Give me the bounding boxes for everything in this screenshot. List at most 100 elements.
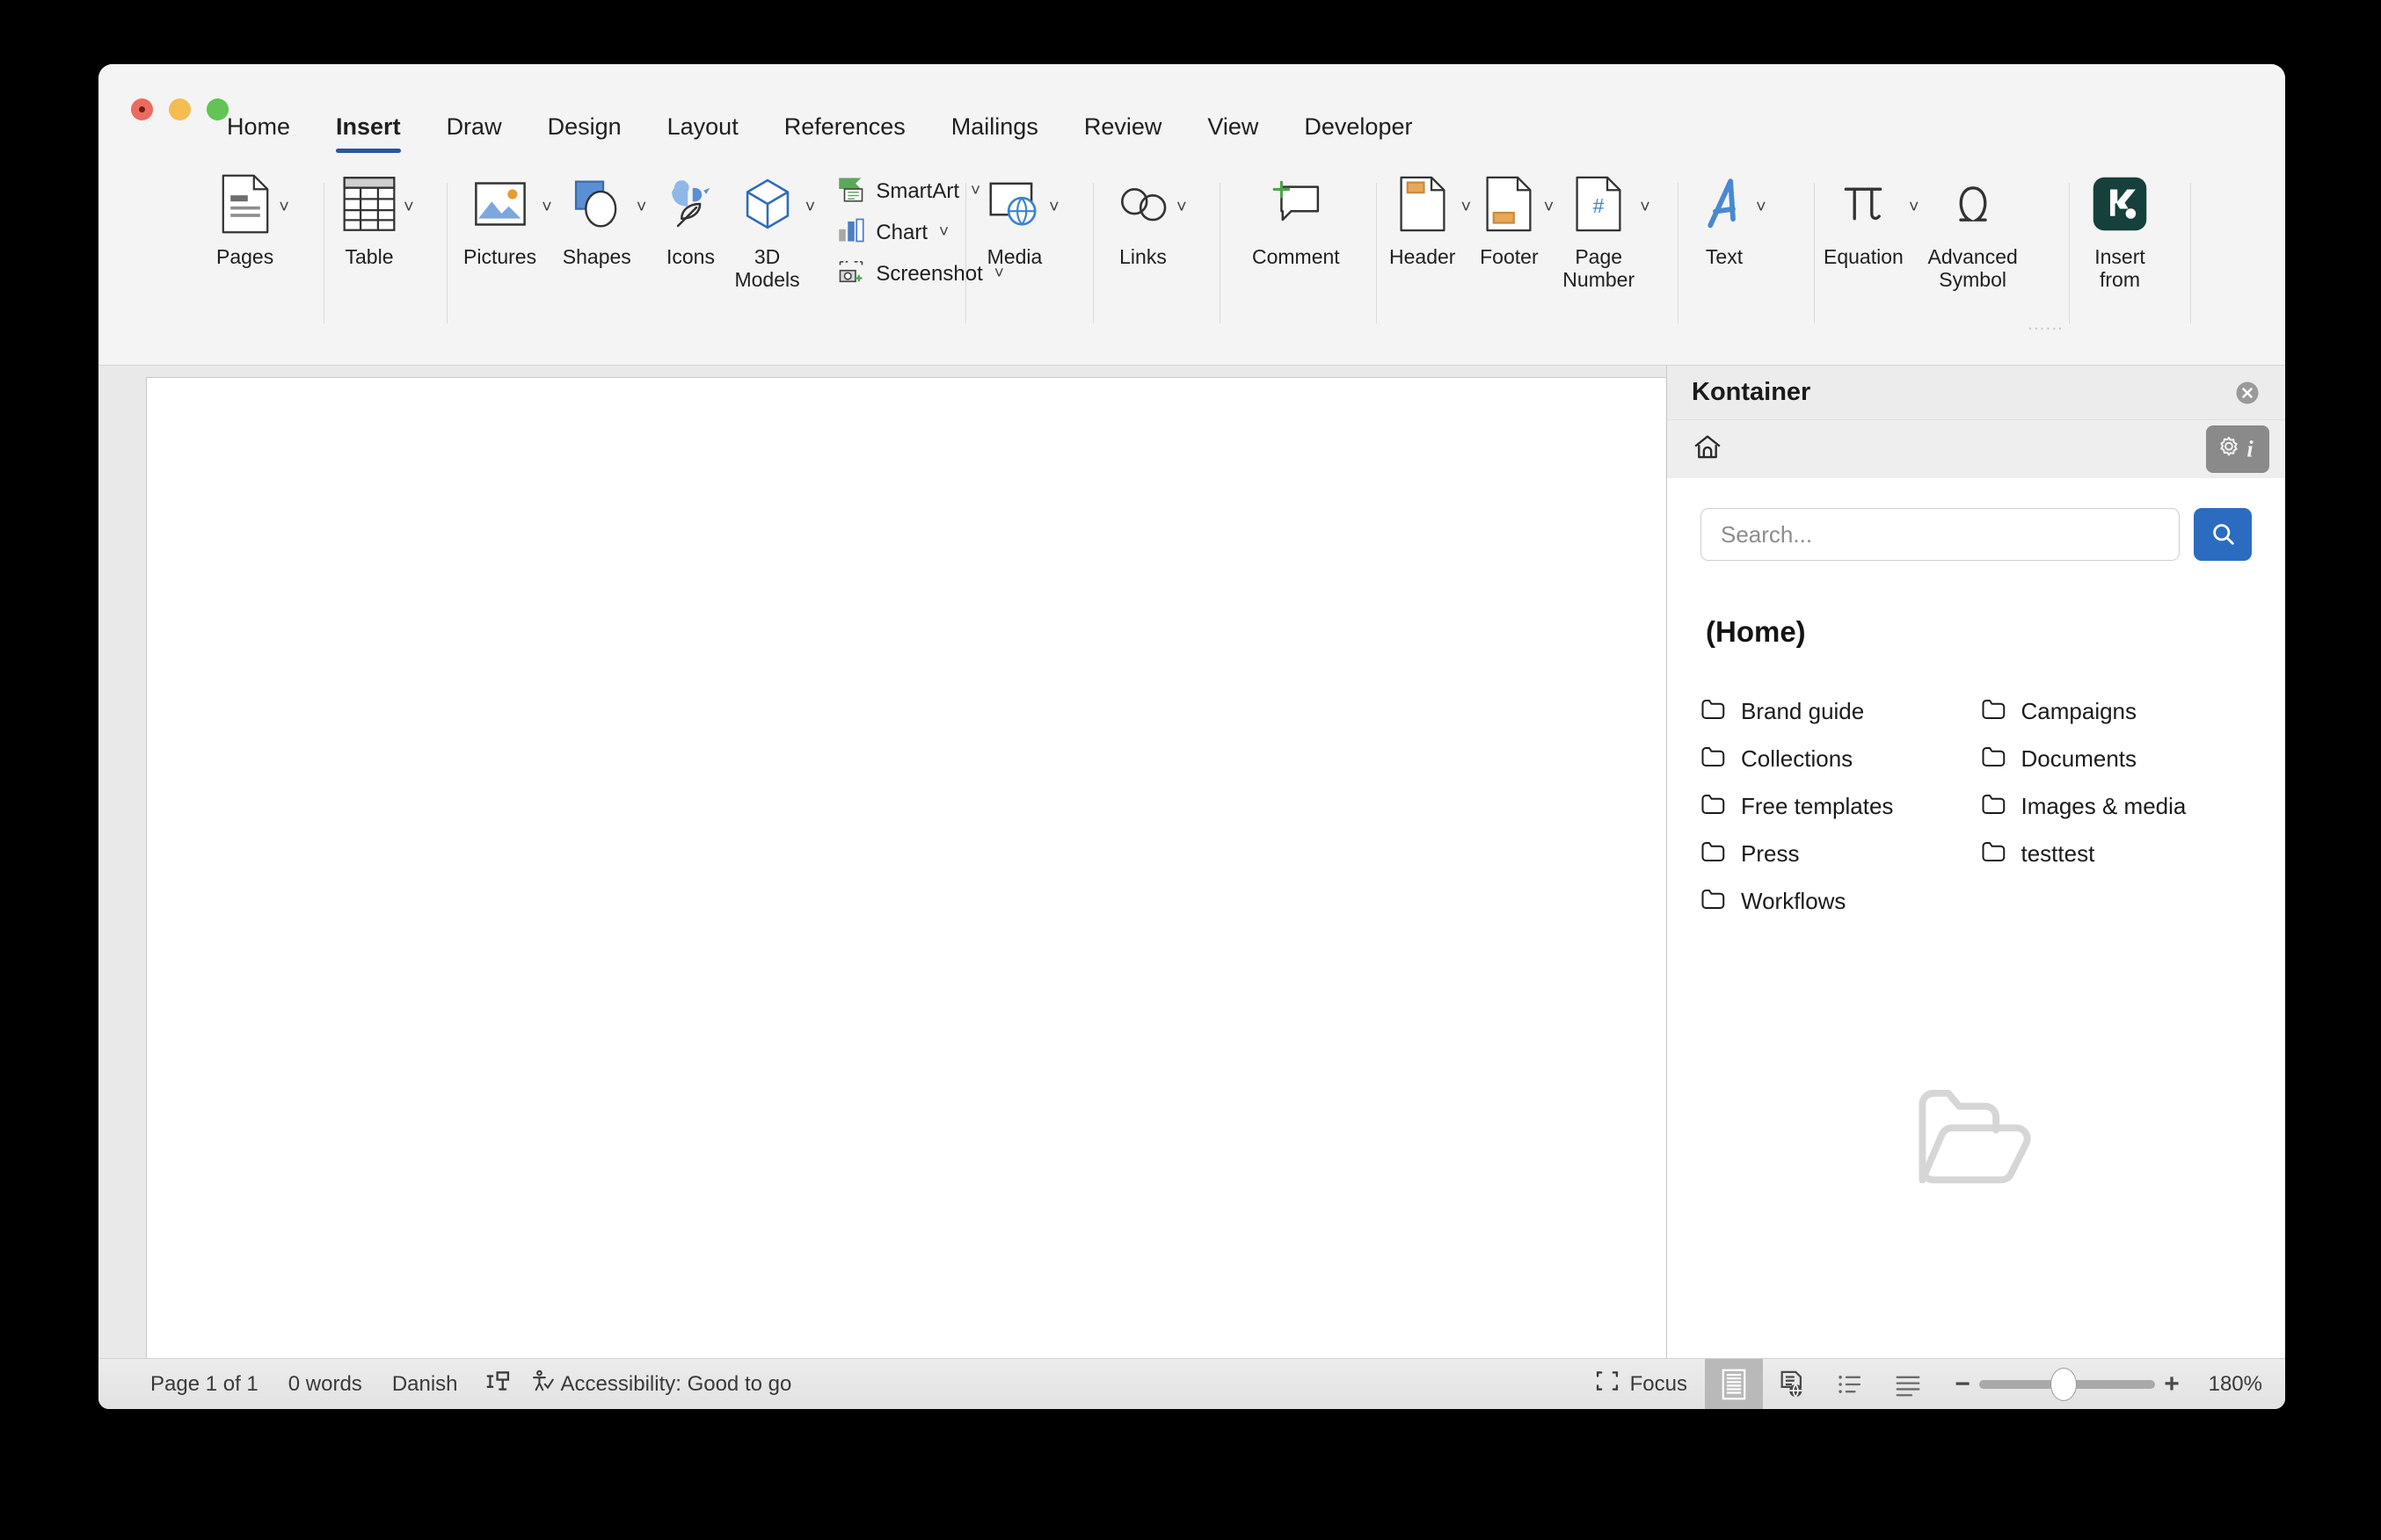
chevron-down-icon[interactable]: ˅	[1049, 199, 1059, 216]
media-button[interactable]: Media	[986, 163, 1044, 269]
tab-design[interactable]: Design	[525, 110, 644, 153]
document-scroll-area[interactable]	[98, 366, 1667, 1393]
ribbon-overflow-hint[interactable]: ......	[2028, 314, 2064, 335]
folder-item[interactable]: Workflows	[1700, 877, 1972, 925]
smartart-label: SmartArt	[876, 178, 960, 203]
tab-references[interactable]: References	[761, 110, 928, 153]
draft-icon[interactable]	[1879, 1359, 1937, 1409]
links-button[interactable]: Links	[1115, 163, 1171, 269]
svg-text:#: #	[1593, 194, 1605, 217]
chevron-down-icon[interactable]: ˅	[404, 199, 414, 216]
icons-label: Icons	[666, 245, 715, 268]
table-button[interactable]: Table	[340, 163, 398, 269]
outline-icon[interactable]	[1821, 1359, 1879, 1409]
chevron-down-icon[interactable]: ˅	[805, 199, 816, 216]
search-input[interactable]	[1700, 508, 2180, 561]
search-button[interactable]	[2194, 508, 2252, 561]
tab-insert[interactable]: Insert	[313, 110, 424, 153]
tab-review[interactable]: Review	[1061, 110, 1185, 153]
track-changes-icon[interactable]	[473, 1368, 524, 1400]
folder-item[interactable]: Campaigns	[1981, 687, 2253, 735]
document-page[interactable]	[147, 378, 1666, 1393]
close-icon[interactable]	[2234, 380, 2261, 406]
folder-name: Documents	[2021, 745, 2137, 772]
folder-item[interactable]: Press	[1700, 830, 1972, 877]
pictures-label: Pictures	[463, 245, 537, 268]
status-bar: Page 1 of 1 0 words Danish Accessibility…	[98, 1358, 2285, 1409]
header-button[interactable]: Header	[1389, 163, 1455, 269]
folder-item[interactable]: Free templates	[1700, 782, 1972, 830]
pictures-button[interactable]: Pictures	[463, 163, 536, 269]
focus-label: Focus	[1629, 1371, 1687, 1396]
tab-view[interactable]: View	[1184, 110, 1281, 153]
chevron-down-icon[interactable]: ˅	[1909, 199, 1919, 216]
folder-name: Free templates	[1741, 792, 1894, 819]
shapes-icon	[570, 163, 624, 244]
chevron-down-icon[interactable]: ˅	[1460, 199, 1471, 216]
folder-icon	[1700, 793, 1727, 820]
info-icon[interactable]: i	[2239, 432, 2261, 467]
pages-button[interactable]: Pages	[216, 163, 273, 269]
chevron-down-icon[interactable]: ˅	[637, 199, 647, 216]
minimize-window-button[interactable]	[169, 98, 191, 120]
folder-icon	[1981, 745, 2007, 773]
comment-button[interactable]: Comment	[1252, 163, 1340, 269]
icons-button[interactable]: Icons	[664, 163, 717, 269]
language-indicator[interactable]: Danish	[377, 1372, 473, 1397]
comment-label: Comment	[1252, 245, 1340, 268]
icons-icon	[662, 163, 718, 244]
close-window-button[interactable]	[131, 98, 153, 120]
search-row	[1700, 508, 2252, 561]
advanced-symbol-label: Advanced Symbol	[1927, 245, 2018, 291]
zoom-slider[interactable]	[1979, 1367, 2155, 1401]
accessibility-status[interactable]: Accessibility: Good to go	[524, 1369, 807, 1399]
chevron-down-icon[interactable]: ˅	[939, 223, 949, 243]
svg-text:i: i	[2246, 436, 2254, 461]
pi-icon	[1839, 163, 1888, 244]
ribbon-group-table: Table ˅	[324, 163, 448, 352]
folder-item[interactable]: testtest	[1981, 830, 2253, 877]
print-layout-icon[interactable]	[1705, 1359, 1763, 1409]
zoom-level[interactable]: 180%	[2201, 1372, 2285, 1397]
zoom-in-button[interactable]: +	[2155, 1369, 2188, 1399]
wordart-a-icon	[1699, 163, 1750, 244]
tab-home[interactable]: Home	[204, 110, 313, 153]
zoom-slider-thumb[interactable]	[2050, 1367, 2077, 1401]
equation-button[interactable]: Equation	[1824, 163, 1904, 269]
accessibility-label: Accessibility: Good to go	[560, 1371, 792, 1396]
insert-from-button[interactable]: Insert from	[2091, 163, 2149, 292]
settings-info-buttons[interactable]: i	[2206, 425, 2269, 473]
footer-label: Footer	[1480, 245, 1539, 268]
chevron-down-icon[interactable]: ˅	[1756, 199, 1766, 216]
advanced-symbol-button[interactable]: Advanced Symbol	[1928, 163, 2018, 292]
tab-developer[interactable]: Developer	[1281, 110, 1435, 153]
3d-models-button[interactable]: 3D Models	[734, 163, 800, 292]
folder-item[interactable]: Brand guide	[1700, 687, 1972, 735]
shapes-label: Shapes	[562, 245, 631, 268]
title-bar: Home Insert Draw Design Layout Reference…	[98, 64, 2285, 236]
chevron-down-icon[interactable]: ˅	[1544, 199, 1555, 216]
tab-draw[interactable]: Draw	[424, 110, 525, 153]
tab-layout[interactable]: Layout	[644, 110, 761, 153]
chevron-down-icon[interactable]: ˅	[279, 199, 289, 216]
folder-item[interactable]: Images & media	[1981, 782, 2253, 830]
home-icon[interactable]	[1692, 432, 1723, 468]
page-indicator[interactable]: Page 1 of 1	[135, 1372, 273, 1397]
footer-button[interactable]: Footer	[1480, 163, 1539, 269]
page-number-button[interactable]: # Page Number	[1562, 163, 1635, 292]
folder-grid: Brand guide Campaigns Collections Docume…	[1700, 687, 2252, 925]
web-layout-icon[interactable]	[1763, 1359, 1821, 1409]
chevron-down-icon[interactable]: ˅	[1640, 199, 1650, 216]
zoom-out-button[interactable]: −	[1946, 1369, 1979, 1399]
search-icon	[2210, 520, 2236, 549]
word-count[interactable]: 0 words	[273, 1372, 377, 1397]
shapes-button[interactable]: Shapes	[563, 163, 631, 269]
page-number-icon: #	[1573, 163, 1624, 244]
folder-item[interactable]: Collections	[1700, 735, 1972, 782]
chevron-down-icon[interactable]: ˅	[1176, 199, 1187, 216]
folder-item[interactable]: Documents	[1981, 735, 2253, 782]
tab-mailings[interactable]: Mailings	[928, 110, 1061, 153]
text-button[interactable]: Text	[1698, 163, 1751, 269]
chevron-down-icon[interactable]: ˅	[542, 199, 552, 216]
focus-button[interactable]: Focus	[1582, 1368, 1705, 1400]
